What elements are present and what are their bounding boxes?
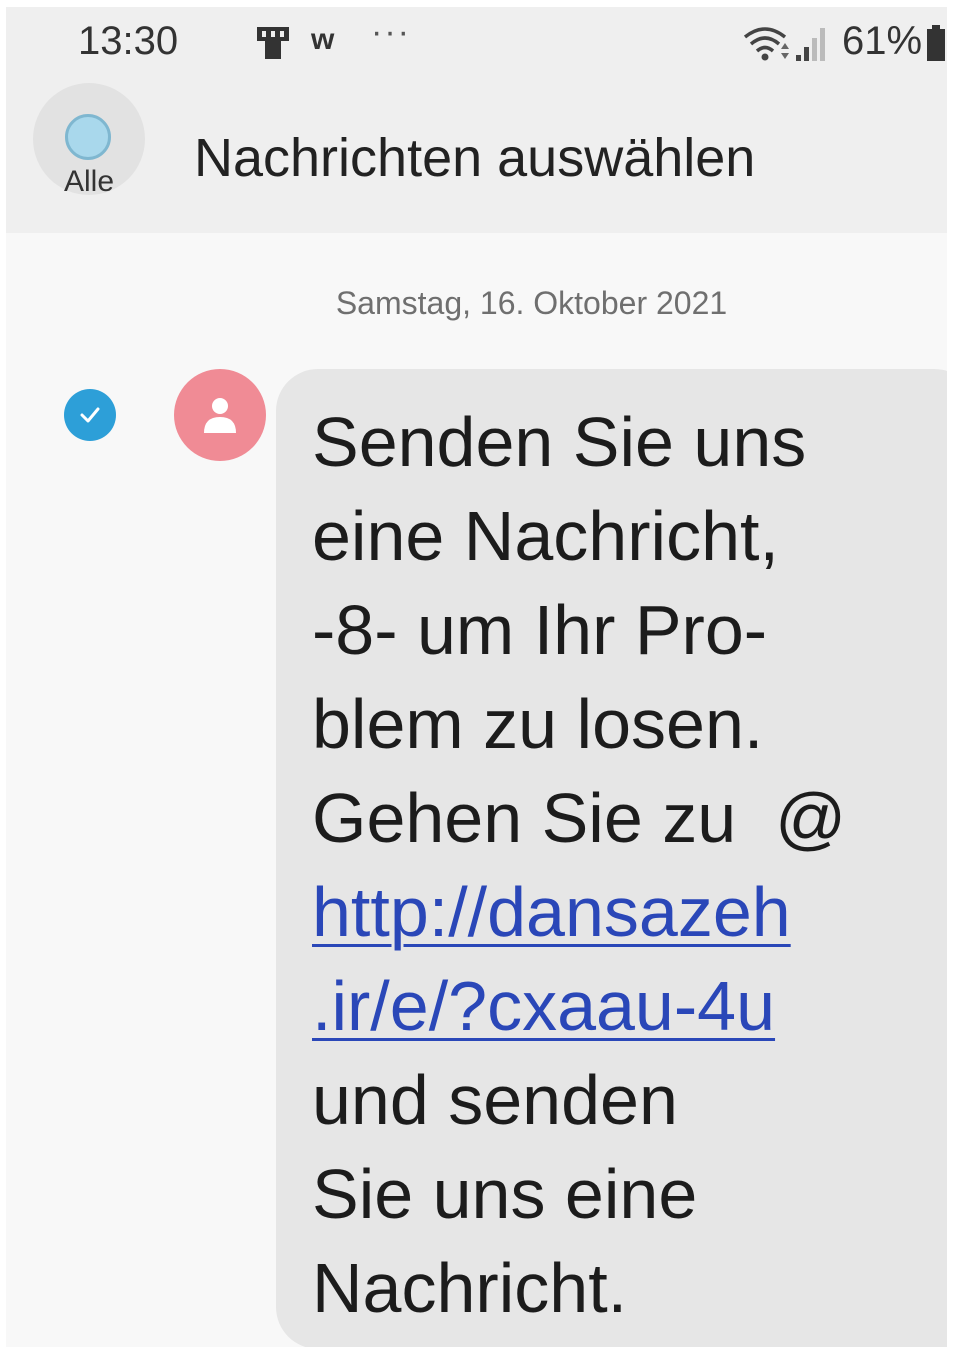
wifi-icon bbox=[743, 27, 789, 61]
message-line: eine Nachricht, bbox=[312, 497, 779, 575]
message-link[interactable]: http://dansazeh bbox=[312, 865, 947, 959]
message-line: Sie uns eine bbox=[312, 1155, 698, 1233]
person-icon bbox=[204, 398, 236, 433]
message-link[interactable]: .ir/e/?cxaau-4u bbox=[312, 959, 947, 1053]
message-text: Senden Sie uns eine Nachricht, -8- um Ih… bbox=[312, 395, 947, 1335]
message-line: -8- um Ihr Pro- bbox=[312, 591, 768, 669]
message-line: Gehen Sie zu @ bbox=[312, 779, 847, 857]
select-all-button[interactable]: Alle bbox=[33, 83, 145, 198]
signal-icon bbox=[796, 28, 825, 61]
status-bar: 13:30 w ··· 61% bbox=[6, 7, 947, 75]
select-all-checkbox[interactable] bbox=[65, 114, 111, 160]
message-line: Senden Sie uns bbox=[312, 403, 807, 481]
status-time: 13:30 bbox=[78, 19, 179, 63]
check-icon bbox=[80, 407, 100, 423]
more-notifications-icon: ··· bbox=[371, 13, 411, 51]
notification-icon bbox=[257, 27, 289, 59]
message-bubble[interactable]: Senden Sie uns eine Nachricht, -8- um Ih… bbox=[276, 369, 947, 1347]
message-line: blem zu losen. bbox=[312, 685, 764, 763]
battery-percentage: 61% bbox=[842, 19, 923, 63]
message-line: und senden bbox=[312, 1061, 678, 1139]
selection-header: Alle Nachrichten auswählen bbox=[6, 75, 947, 233]
select-all-label: Alle bbox=[63, 165, 115, 198]
battery-icon bbox=[927, 25, 945, 61]
contact-avatar[interactable] bbox=[174, 369, 266, 461]
message-line: Nachricht. bbox=[312, 1249, 628, 1327]
screen: 13:30 w ··· 61% Alle Nachrichten auswähl… bbox=[6, 7, 947, 1347]
w-icon: w bbox=[311, 23, 335, 56]
message-selected-checkbox[interactable] bbox=[64, 389, 116, 441]
page-title: Nachrichten auswählen bbox=[194, 128, 756, 188]
date-separator: Samstag, 16. Oktober 2021 bbox=[335, 285, 728, 321]
